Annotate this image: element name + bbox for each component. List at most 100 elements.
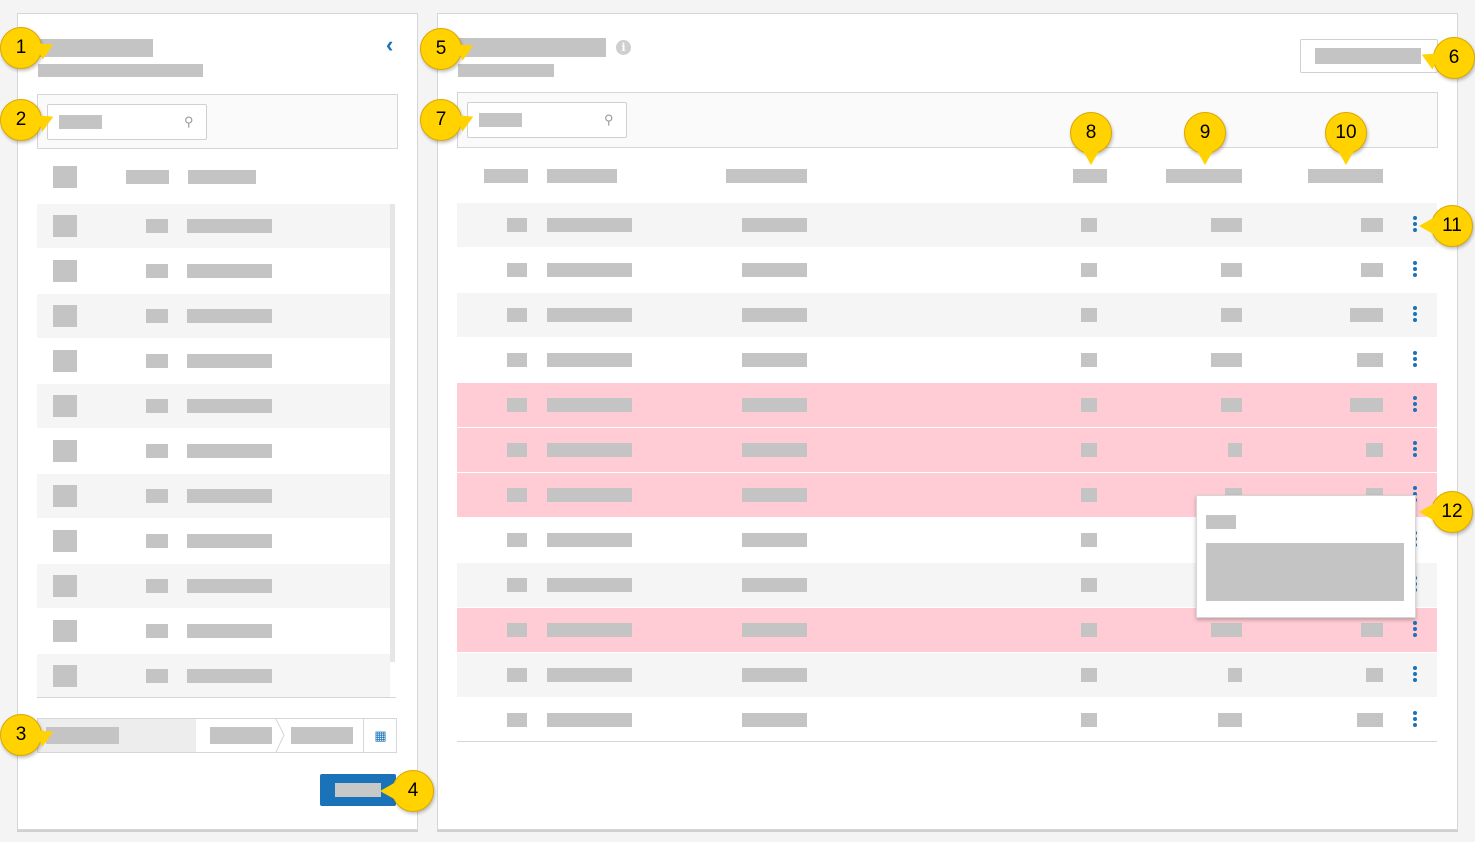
chevron-left-icon[interactable]: ‹ bbox=[386, 34, 393, 56]
right-row-cell-2 bbox=[547, 398, 632, 412]
right-row-cell-5 bbox=[1228, 668, 1242, 682]
left-search-input[interactable]: ⚲ bbox=[47, 104, 207, 140]
right-table-row[interactable] bbox=[457, 698, 1437, 742]
more-vertical-icon[interactable] bbox=[1413, 711, 1417, 729]
left-row-checkbox[interactable] bbox=[53, 665, 77, 687]
right-table-row[interactable] bbox=[457, 203, 1437, 247]
right-row-cell-4 bbox=[1081, 713, 1097, 727]
date-range-start[interactable] bbox=[210, 727, 272, 744]
more-vertical-icon[interactable] bbox=[1413, 351, 1417, 369]
left-row-cell-1 bbox=[146, 309, 168, 323]
left-table-row[interactable] bbox=[37, 429, 390, 473]
right-row-cell-5 bbox=[1218, 713, 1242, 727]
callout-3: 3 bbox=[0, 714, 42, 756]
left-row-cell-2 bbox=[187, 579, 272, 593]
right-row-cell-3 bbox=[742, 668, 807, 682]
left-table-row[interactable] bbox=[37, 654, 390, 698]
right-row-cell-4 bbox=[1081, 488, 1097, 502]
right-table-row[interactable] bbox=[457, 428, 1437, 472]
left-row-checkbox[interactable] bbox=[53, 575, 77, 597]
right-search-placeholder bbox=[479, 113, 522, 127]
left-row-cell-1 bbox=[146, 489, 168, 503]
left-row-cell-1 bbox=[146, 669, 168, 683]
right-row-cell-6 bbox=[1366, 443, 1383, 457]
calendar-icon[interactable]: ▦ bbox=[363, 719, 397, 752]
right-table-divider bbox=[457, 741, 1437, 742]
right-table-row[interactable] bbox=[457, 383, 1437, 427]
left-row-checkbox[interactable] bbox=[53, 620, 77, 642]
right-search-input[interactable]: ⚲ bbox=[467, 102, 627, 138]
right-header-col-5[interactable] bbox=[1166, 169, 1242, 183]
more-vertical-icon[interactable] bbox=[1413, 261, 1417, 279]
right-table-row[interactable] bbox=[457, 338, 1437, 382]
left-row-checkbox[interactable] bbox=[53, 305, 77, 327]
more-vertical-icon[interactable] bbox=[1413, 216, 1417, 234]
left-row-checkbox[interactable] bbox=[53, 485, 77, 507]
left-table-row[interactable] bbox=[37, 204, 390, 248]
right-row-cell-4 bbox=[1081, 353, 1097, 367]
left-table-row[interactable] bbox=[37, 294, 390, 338]
right-row-cell-5 bbox=[1221, 308, 1242, 322]
right-row-cell-6 bbox=[1366, 668, 1383, 682]
date-range-end[interactable] bbox=[291, 727, 353, 744]
left-header-col-1[interactable] bbox=[126, 170, 169, 184]
right-row-cell-1 bbox=[507, 533, 527, 547]
left-row-checkbox[interactable] bbox=[53, 350, 77, 372]
left-table-divider bbox=[37, 697, 396, 698]
right-row-cell-3 bbox=[742, 533, 807, 547]
left-header-select-all[interactable] bbox=[53, 166, 77, 188]
search-icon: ⚲ bbox=[184, 114, 194, 129]
left-panel-subtitle bbox=[38, 64, 203, 77]
right-row-cell-1 bbox=[507, 578, 527, 592]
left-row-checkbox[interactable] bbox=[53, 260, 77, 282]
left-scrollbar[interactable] bbox=[390, 204, 395, 662]
right-header-col-4[interactable] bbox=[1073, 169, 1107, 183]
left-table-row[interactable] bbox=[37, 609, 390, 653]
callout-12: 12 bbox=[1419, 491, 1473, 533]
left-table-row[interactable] bbox=[37, 384, 390, 428]
right-row-cell-1 bbox=[507, 668, 527, 682]
right-row-cell-3 bbox=[742, 353, 807, 367]
right-header-col-6[interactable] bbox=[1308, 169, 1383, 183]
right-row-cell-6 bbox=[1357, 713, 1383, 727]
header-action-button[interactable] bbox=[1300, 39, 1438, 73]
left-row-cell-2 bbox=[187, 444, 272, 458]
left-row-checkbox[interactable] bbox=[53, 395, 77, 417]
left-row-cell-1 bbox=[146, 219, 168, 233]
more-vertical-icon[interactable] bbox=[1413, 396, 1417, 414]
left-table-row[interactable] bbox=[37, 564, 390, 608]
more-vertical-icon[interactable] bbox=[1413, 666, 1417, 684]
left-row-cell-1 bbox=[146, 444, 168, 458]
left-table-row[interactable] bbox=[37, 474, 390, 518]
left-row-cell-2 bbox=[187, 624, 272, 638]
right-row-cell-4 bbox=[1081, 308, 1097, 322]
right-header-col-1[interactable] bbox=[484, 169, 528, 183]
info-icon[interactable]: i bbox=[616, 40, 631, 55]
left-table-row[interactable] bbox=[37, 339, 390, 383]
date-range-field[interactable]: ▦ bbox=[37, 718, 397, 753]
right-table-row[interactable] bbox=[457, 653, 1437, 697]
left-table-row[interactable] bbox=[37, 249, 390, 293]
left-header-col-2[interactable] bbox=[188, 170, 256, 184]
right-table-row[interactable] bbox=[457, 293, 1437, 337]
left-row-cell-2 bbox=[187, 354, 272, 368]
callout-7: 7 bbox=[420, 99, 462, 141]
right-table-row[interactable] bbox=[457, 248, 1437, 292]
more-vertical-icon[interactable] bbox=[1413, 621, 1417, 639]
left-table-row[interactable] bbox=[37, 519, 390, 563]
right-row-cell-5 bbox=[1211, 218, 1242, 232]
right-row-cell-3 bbox=[742, 218, 807, 232]
more-vertical-icon[interactable] bbox=[1413, 441, 1417, 459]
right-header-col-2[interactable] bbox=[547, 169, 617, 183]
left-row-checkbox[interactable] bbox=[53, 530, 77, 552]
callout-1: 1 bbox=[0, 27, 42, 69]
right-header-col-3[interactable] bbox=[726, 169, 807, 183]
left-row-checkbox[interactable] bbox=[53, 440, 77, 462]
date-range-label-text bbox=[46, 727, 119, 744]
row-action-menu-item[interactable] bbox=[1206, 543, 1404, 601]
right-row-cell-6 bbox=[1350, 308, 1383, 322]
callout-9: 9 bbox=[1184, 112, 1226, 165]
right-row-cell-5 bbox=[1211, 623, 1242, 637]
left-row-checkbox[interactable] bbox=[53, 215, 77, 237]
more-vertical-icon[interactable] bbox=[1413, 306, 1417, 324]
